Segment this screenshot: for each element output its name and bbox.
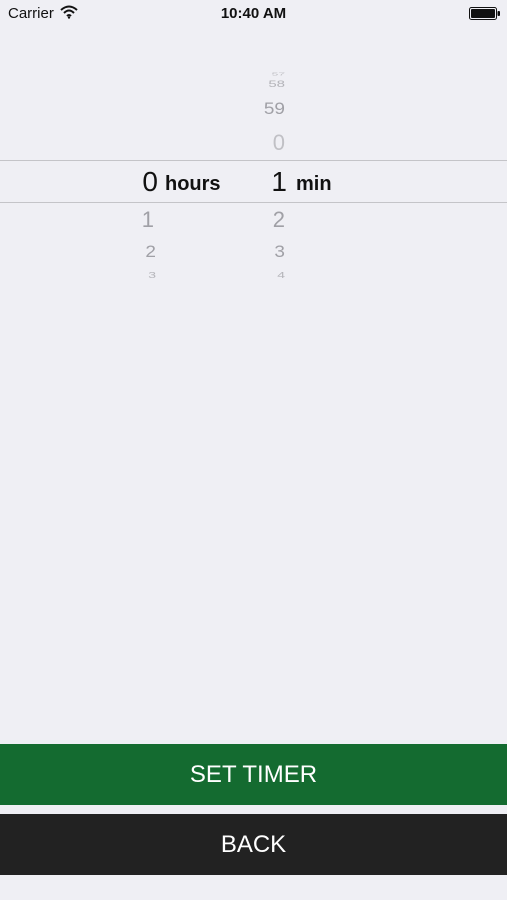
- minutes-option[interactable]: 4: [250, 271, 285, 279]
- status-time: 10:40 AM: [220, 5, 287, 22]
- hours-unit-label: hours: [165, 173, 221, 195]
- minutes-option[interactable]: 0: [250, 132, 285, 154]
- minutes-unit-label: min: [296, 173, 332, 195]
- minutes-selected-value: 1: [271, 166, 287, 197]
- hours-option[interactable]: 3: [128, 271, 156, 279]
- minutes-option[interactable]: 3: [250, 244, 285, 260]
- status-bar: Carrier 10:40 AM: [0, 0, 507, 28]
- timer-picker[interactable]: 0 hours 1 2 3 57 58 59 0 1 min 2 3 4: [0, 60, 507, 300]
- battery-icon: [469, 7, 500, 20]
- selection-indicator-bottom: [0, 202, 507, 203]
- minutes-option[interactable]: 57: [250, 72, 285, 76]
- hours-option[interactable]: 2: [128, 244, 156, 260]
- hours-option[interactable]: 1: [128, 209, 154, 231]
- back-button[interactable]: BACK: [0, 814, 507, 875]
- minutes-option[interactable]: 2: [250, 209, 285, 231]
- set-timer-button[interactable]: SET TIMER: [0, 744, 507, 805]
- hours-selected-value: 0: [142, 166, 158, 197]
- minutes-option[interactable]: 58: [250, 80, 285, 89]
- selection-indicator-top: [0, 160, 507, 161]
- minutes-option[interactable]: 59: [250, 101, 285, 117]
